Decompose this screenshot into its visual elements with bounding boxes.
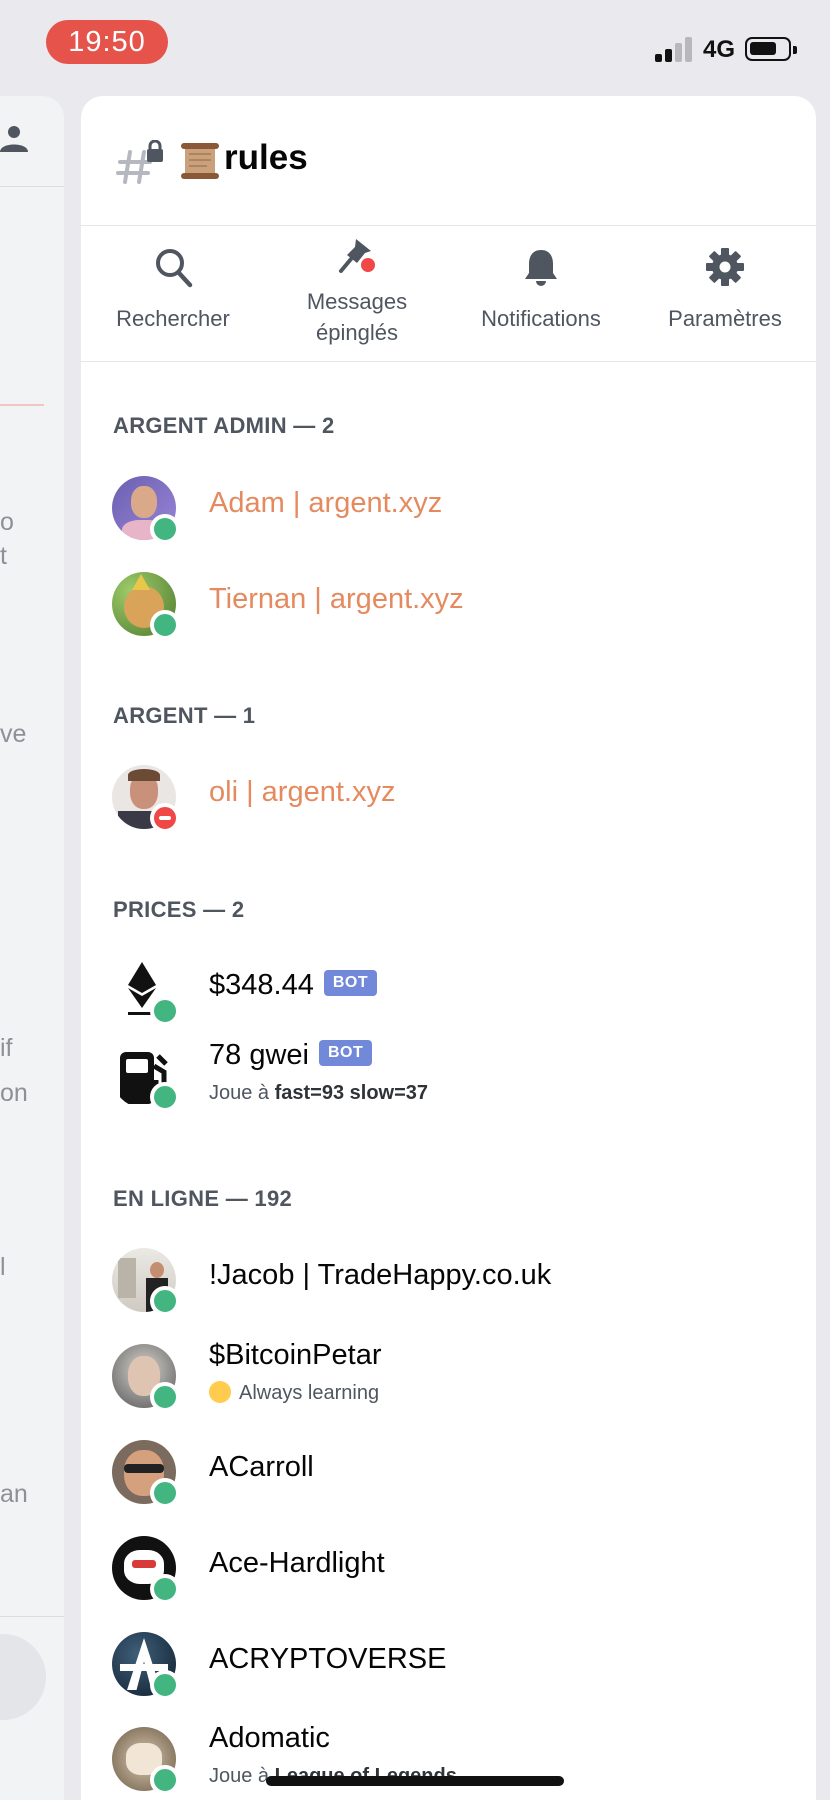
online-status-icon [150,1382,180,1412]
message-input-button[interactable] [0,1634,46,1720]
avatar [112,572,180,640]
message-fragment: an [0,1480,28,1508]
online-status-icon [150,1082,180,1112]
custom-status-text: Always learning [239,1382,380,1404]
avatar [112,1727,180,1795]
online-status-icon [150,1574,180,1604]
member-row[interactable]: ACRYPTOVERSE [81,1618,816,1708]
message-fragment: l [0,1253,6,1281]
message-fragment: on [0,1079,28,1107]
avatar [112,476,180,544]
scroll-emoji-icon [181,143,219,179]
bell-icon [525,250,557,286]
pin-icon [339,239,377,274]
member-row[interactable]: oli | argent.xyz [81,751,816,841]
member-row[interactable]: $348.44 BOT [81,944,816,1034]
member-row[interactable]: ACarroll [81,1426,816,1516]
channel-name: rules [224,138,308,177]
member-name-text: 78 gwei [209,1039,309,1071]
settings-label: Paramètres [668,306,782,331]
member-row[interactable]: Tiernan | argent.xyz [81,558,816,648]
online-status-icon [150,1765,180,1795]
members-icon[interactable] [0,124,28,154]
member-activity: Joue à fast=93 slow=37 [209,1082,428,1105]
channel-toolbar: Rechercher Messages épinglés Notificatio… [81,226,816,362]
message-fragment: ve [0,720,27,748]
member-name: Ace-Hardlight [209,1547,385,1579]
member-name: Adomatic [209,1722,330,1754]
member-name: !Jacob | TradeHappy.co.uk [209,1259,552,1291]
member-name: ACRYPTOVERSE [209,1643,447,1675]
bot-tag: BOT [323,970,378,997]
member-row[interactable]: !Jacob | TradeHappy.co.uk [81,1234,816,1324]
member-name: $348.44 BOT [209,969,378,1002]
member-name: $BitcoinPetar [209,1339,382,1371]
avatar [112,1632,180,1700]
activity-value: fast=93 slow=37 [274,1082,429,1104]
status-time: 19:50 [46,20,168,64]
status-bar: 19:50 4G [0,0,830,92]
member-name: Tiernan | argent.xyz [209,583,464,615]
pinned-messages-button[interactable]: Messages épinglés [265,226,449,361]
online-status-icon [150,1670,180,1700]
avatar [112,1344,180,1412]
member-row[interactable]: Adomatic Joue à League of Legends [81,1713,816,1800]
message-fragment: t [0,542,7,570]
notifications-button[interactable]: Notifications [449,226,633,361]
section-header-online: EN LIGNE — 192 [113,1186,293,1211]
online-status-icon [150,514,180,544]
online-status-icon [150,610,180,640]
member-custom-status: Always learning [209,1380,380,1405]
search-icon [156,249,193,288]
member-name: Adam | argent.xyz [209,487,443,519]
thinking-face-emoji-icon [209,1380,231,1403]
avatar [112,1248,180,1316]
cellular-signal-icon [655,36,695,62]
section-header-prices: PRICES — 2 [113,897,245,922]
member-row[interactable]: $BitcoinPetar Always learning [81,1330,816,1420]
avatar [112,765,180,833]
channel-header: rules [81,96,816,226]
gear-icon [706,248,744,286]
divider [0,186,64,187]
bot-tag: BOT [318,1040,373,1067]
member-row[interactable]: Adam | argent.xyz [81,462,816,552]
battery-icon [745,37,797,61]
activity-prefix: Joue à [209,1765,275,1787]
online-status-icon [150,1478,180,1508]
online-status-icon [150,996,180,1026]
member-row[interactable]: 78 gwei BOT Joue à fast=93 slow=37 [81,1030,816,1120]
channel-details-panel: rules Rechercher Messages épinglés Notif… [81,96,816,1800]
member-name-text: $348.44 [209,969,314,1001]
pinned-label-line1: Messages [306,289,408,314]
member-name: oli | argent.xyz [209,776,396,808]
locked-channel-icon [116,140,163,184]
divider [0,1616,64,1617]
avatar [112,958,180,1026]
message-fragment: if [0,1034,13,1062]
avatar [112,1044,180,1112]
message-fragment: o [0,508,14,536]
do-not-disturb-status-icon [150,803,180,833]
section-header-argent: ARGENT — 1 [113,703,256,728]
new-messages-divider [0,404,44,406]
settings-button[interactable]: Paramètres [633,226,816,361]
avatar [112,1536,180,1604]
online-status-icon [150,1286,180,1316]
avatar [112,1440,180,1508]
search-button[interactable]: Rechercher [81,226,265,361]
pinned-label-line2: épinglés [316,320,398,345]
home-indicator[interactable] [266,1776,564,1786]
member-name: 78 gwei BOT [209,1039,373,1072]
search-label: Rechercher [116,306,230,331]
member-row[interactable]: Ace-Hardlight [81,1522,816,1612]
notifications-label: Notifications [481,306,601,331]
channel-panel-behind: o t ve if on l an [0,96,64,1800]
network-type: 4G [703,36,736,63]
member-name: ACarroll [209,1451,314,1483]
section-header-argent-admin: ARGENT ADMIN — 2 [113,413,335,438]
activity-prefix: Joue à [209,1082,275,1104]
